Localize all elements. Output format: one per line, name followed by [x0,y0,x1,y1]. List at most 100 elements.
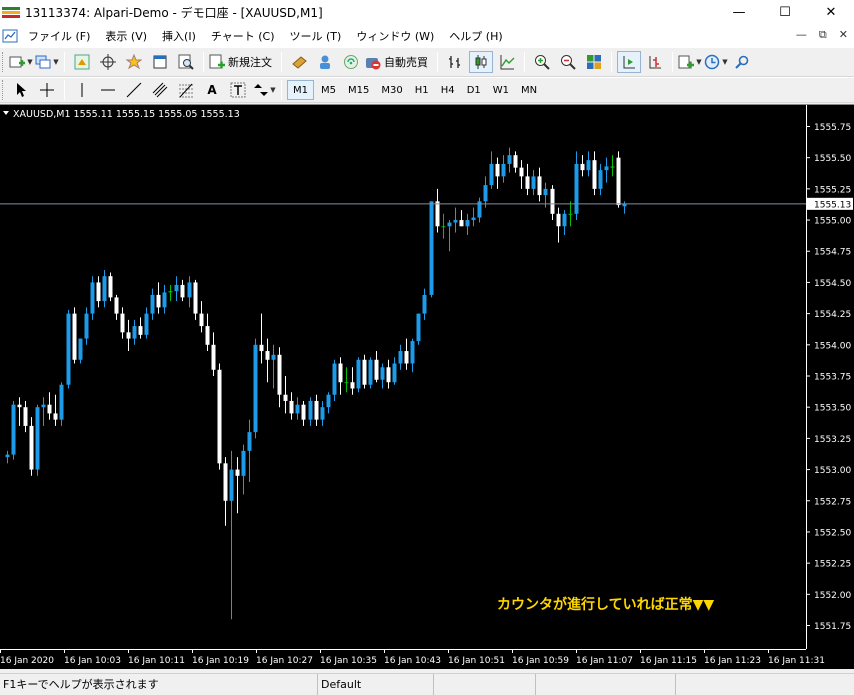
timeframe-m5[interactable]: M5 [316,80,341,100]
candle-body [441,226,446,228]
auto-trading-button[interactable]: 自動売買 [365,51,432,73]
menu-help[interactable]: ヘルプ (H) [443,28,511,44]
chart-window[interactable]: 1555.75 1555.50 1555.25 1555.00 1554.75 1554.… [0,104,854,669]
timeframe-d1[interactable]: D1 [462,80,486,100]
minimize-button[interactable]: — [716,0,762,25]
timeframe-mn[interactable]: MN [516,80,542,100]
candlestick-chart[interactable]: 1555.75 1555.50 1555.25 1555.00 1554.75 1554.… [0,105,854,670]
candle-body [562,213,567,227]
text-button[interactable]: A [200,79,224,101]
candle-body [314,400,319,420]
candle-body [174,284,179,292]
vertical-line-button[interactable] [70,79,94,101]
terminal-button[interactable] [148,51,172,73]
indicators-icon [678,55,695,69]
close-button[interactable]: ✕ [808,0,854,25]
candle-body [374,359,379,380]
toolbar-grip[interactable] [2,52,5,72]
candle-body [568,213,573,215]
price-tick-label: 1554.25 [814,310,851,320]
navigator-button[interactable] [122,51,146,73]
menu-insert[interactable]: 挿入(I) [156,28,205,44]
profiles-button[interactable]: ▼ [35,51,59,73]
arrows-button[interactable]: ▼ [252,79,276,101]
channel-icon [152,82,168,98]
zoom-out-button[interactable] [556,51,580,73]
mdi-close-button[interactable]: ✕ [839,28,848,42]
candle-body [301,404,306,420]
menu-file[interactable]: ファイル (F) [22,28,99,44]
community-icon [320,55,330,69]
timeframe-m30[interactable]: M30 [376,80,407,100]
menu-view[interactable]: 表示 (V) [99,28,156,44]
candle-body [592,160,597,189]
bar-chart-button[interactable] [443,51,467,73]
candle-body [368,359,373,385]
mdi-restore-button[interactable]: ⧉ [819,28,827,42]
dropdown-arrow-icon: ▼ [27,58,33,66]
search-button[interactable] [730,51,754,73]
chart-shift-button[interactable] [643,51,667,73]
candle-body [550,188,555,214]
text-label-button[interactable] [226,79,250,101]
timeframe-w1[interactable]: W1 [488,80,514,100]
mdi-minimize-button[interactable]: — [796,28,807,42]
equidistant-channel-button[interactable] [148,79,172,101]
window-title: 13113374: Alpari-Demo - デモ口座 - [XAUUSD,M… [25,6,323,20]
candle-body [11,404,16,455]
candle-body [435,201,440,227]
timeframe-h1[interactable]: H1 [410,80,434,100]
new-order-button[interactable]: 新規注文 [209,51,276,73]
periods-button[interactable]: ▼ [704,51,728,73]
community-button[interactable] [313,51,337,73]
price-tick-label: 1555.75 [814,123,851,133]
candle-body [259,344,264,352]
menu-chart[interactable]: チャート (C) [205,28,284,44]
timeframe-m1[interactable]: M1 [287,80,314,100]
maximize-button[interactable]: ☐ [762,0,808,25]
line-studies-toolbar: A ▼ M1 M5 M15 M30 H1 H4 D1 W1 MN [0,77,854,103]
market-watch-button[interactable] [70,51,94,73]
time-tick-label: 16 Jan 11:23 [704,656,761,666]
horizontal-line-icon [101,89,115,91]
menu-bar: ファイル (F) 表示 (V) 挿入(I) チャート (C) ツール (T) ウ… [0,25,854,47]
fibonacci-button[interactable] [174,79,198,101]
candle-body [392,363,397,383]
chart-window-icon[interactable] [2,28,18,44]
new-chart-button[interactable]: ▼ [9,51,33,73]
indicators-button[interactable]: ▼ [678,51,702,73]
horizontal-line-button[interactable] [96,79,120,101]
trendline-button[interactable] [122,79,146,101]
crosshair-button[interactable] [35,79,59,101]
candle-body [386,367,391,383]
timeframe-m15[interactable]: M15 [343,80,374,100]
menu-tools[interactable]: ツール (T) [284,28,351,44]
toolbar-grip[interactable] [2,80,5,100]
data-window-button[interactable] [96,51,120,73]
candle-body [271,354,276,360]
cursor-button[interactable] [9,79,33,101]
autoscroll-button[interactable] [617,51,641,73]
signals-button[interactable] [339,51,363,73]
candle-body [531,176,536,189]
timeframe-h4[interactable]: H4 [436,80,460,100]
text-label-icon [230,82,246,98]
candlestick-chart-button[interactable] [469,51,493,73]
price-tick-label: 1555.50 [814,154,851,164]
candle-body [265,351,270,360]
price-tick-label: 1551.75 [814,622,851,632]
toolbar-separator [281,80,282,100]
tile-windows-button[interactable] [582,51,606,73]
candle-body [17,404,22,408]
trendline-icon [126,82,142,98]
metaeditor-button[interactable] [287,51,311,73]
menu-window[interactable]: ウィンドウ (W) [350,28,443,44]
time-tick-label: 16 Jan 10:19 [192,656,249,666]
line-chart-button[interactable] [495,51,519,73]
strategy-tester-button[interactable] [174,51,198,73]
candle-body [495,163,500,177]
candle-body [447,222,452,227]
tester-magnifier-icon [178,54,194,70]
zoom-in-button[interactable] [530,51,554,73]
price-tick-label: 1555.00 [814,217,851,227]
